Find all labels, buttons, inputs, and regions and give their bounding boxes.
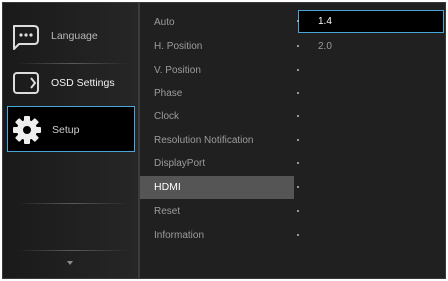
menu-item-clock[interactable]: Clock (140, 105, 294, 128)
menu-item-resolution-notification[interactable]: Resolution Notification (140, 129, 294, 152)
value-row (294, 82, 445, 105)
speech-bubble-icon (11, 21, 41, 51)
bullet-dot (297, 139, 299, 141)
value-panel: 1.4 2.0 (294, 3, 445, 278)
bullet-dot (297, 20, 299, 22)
menu-item-reset[interactable]: Reset (140, 200, 294, 223)
value-row (294, 200, 445, 223)
bullet-dot (297, 45, 299, 47)
bullet-dot (297, 234, 299, 236)
menu-item-hdmi[interactable]: HDMI (140, 176, 294, 199)
bullet-dot (297, 92, 299, 94)
sidebar-item-label: Language (51, 30, 98, 42)
value-row (294, 224, 445, 247)
bullet-dot (297, 162, 299, 164)
menu-item-phase[interactable]: Phase (140, 82, 294, 105)
value-row (294, 129, 445, 152)
option-label: 2.0 (318, 41, 332, 52)
hdmi-option-2-0[interactable]: 2.0 (294, 35, 445, 58)
osd-settings-icon (11, 68, 41, 98)
gear-icon (12, 115, 42, 145)
sidebar-item-label: OSD Settings (51, 77, 115, 89)
sidebar-item-label: Setup (52, 124, 80, 136)
value-row (294, 176, 445, 199)
bullet-dot (297, 69, 299, 71)
sidebar-divider (17, 203, 129, 204)
sidebar-item-language[interactable]: Language (7, 13, 135, 59)
sidebar-divider (17, 250, 129, 251)
osd-window: Language OSD Settings Setup Auto H. Posi… (2, 2, 446, 279)
sidebar-item-setup[interactable]: Setup (7, 106, 135, 152)
sidebar: Language OSD Settings Setup (3, 3, 138, 278)
value-row (294, 105, 445, 128)
bullet-dot (297, 115, 299, 117)
bullet-dot (297, 186, 299, 188)
menu-item-h-position[interactable]: H. Position (140, 35, 294, 58)
value-row (294, 59, 445, 82)
menu-item-auto[interactable]: Auto (140, 11, 294, 34)
setup-menu: Auto H. Position V. Position Phase Clock… (140, 3, 294, 278)
value-row (294, 152, 445, 175)
hdmi-option-1-4[interactable]: 1.4 (297, 10, 444, 33)
option-label: 1.4 (318, 16, 332, 27)
chevron-down-icon[interactable] (67, 261, 73, 265)
bullet-dot (297, 210, 299, 212)
sidebar-item-osd-settings[interactable]: OSD Settings (7, 60, 135, 106)
menu-item-displayport[interactable]: DisplayPort (140, 152, 294, 175)
menu-item-information[interactable]: Information (140, 224, 294, 247)
menu-item-v-position[interactable]: V. Position (140, 59, 294, 82)
